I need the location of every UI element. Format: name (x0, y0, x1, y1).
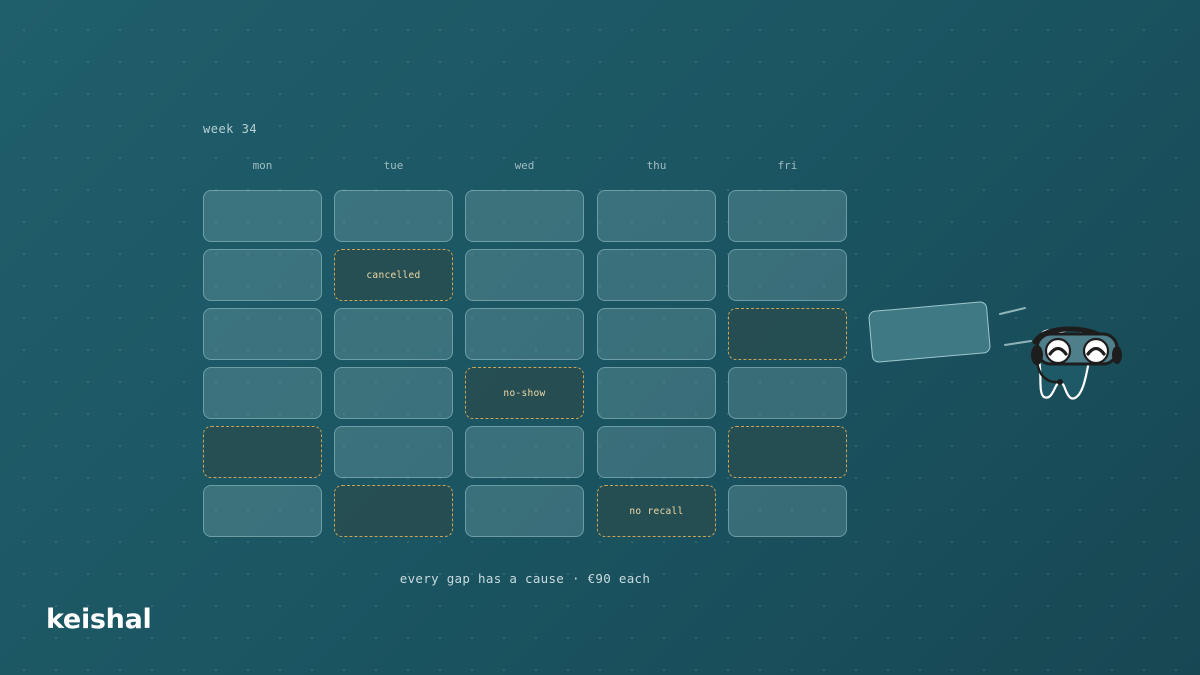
slot-gap-no-show[interactable]: no-show (465, 367, 584, 419)
slot-mon-1[interactable] (203, 190, 322, 242)
slot-gap-no-recall[interactable]: no recall (597, 485, 716, 537)
slot-tue-3[interactable] (334, 308, 453, 360)
gap-label-cancelled: cancelled (366, 269, 421, 281)
slot-wed-2[interactable] (465, 249, 584, 301)
slot-mon-2[interactable] (203, 249, 322, 301)
gap-label-no-recall: no recall (629, 505, 684, 517)
slot-wed-5[interactable] (465, 426, 584, 478)
slot-tue-1[interactable] (334, 190, 453, 242)
slot-thu-1[interactable] (597, 190, 716, 242)
caption: every gap has a cause · €90 each (399, 571, 651, 586)
speed-line-icon (1004, 340, 1032, 346)
slot-fri-1[interactable] (728, 190, 847, 242)
speed-line-icon (999, 307, 1026, 315)
day-header-tue: tue (383, 159, 404, 172)
slot-mon-3[interactable] (203, 308, 322, 360)
slot-gap-fri-5[interactable] (728, 426, 847, 478)
week-label: week 34 (203, 122, 258, 136)
day-header-thu: thu (646, 159, 667, 172)
slot-mon-6[interactable] (203, 485, 322, 537)
slot-gap-fri-3[interactable] (728, 308, 847, 360)
brand-logo: keishal (46, 604, 152, 635)
day-header-mon: mon (252, 159, 273, 172)
day-header-fri: fri (777, 159, 798, 172)
slot-fri-6[interactable] (728, 485, 847, 537)
slot-wed-6[interactable] (465, 485, 584, 537)
slot-gap-cancelled[interactable]: cancelled (334, 249, 453, 301)
slot-thu-3[interactable] (597, 308, 716, 360)
day-header-wed: wed (514, 159, 535, 172)
gap-label-no-show: no-show (503, 387, 546, 399)
slot-tue-4[interactable] (334, 367, 453, 419)
slot-tue-5[interactable] (334, 426, 453, 478)
slot-thu-2[interactable] (597, 249, 716, 301)
slot-wed-1[interactable] (465, 190, 584, 242)
slot-gap-tue-6[interactable] (334, 485, 453, 537)
slot-gap-mon-5[interactable] (203, 426, 322, 478)
slot-fri-4[interactable] (728, 367, 847, 419)
slot-thu-4[interactable] (597, 367, 716, 419)
flying-appointment-card (867, 300, 992, 364)
tooth-mascot-icon (999, 307, 1122, 400)
slot-thu-5[interactable] (597, 426, 716, 478)
slot-fri-2[interactable] (728, 249, 847, 301)
slot-wed-3[interactable] (465, 308, 584, 360)
slot-mon-4[interactable] (203, 367, 322, 419)
